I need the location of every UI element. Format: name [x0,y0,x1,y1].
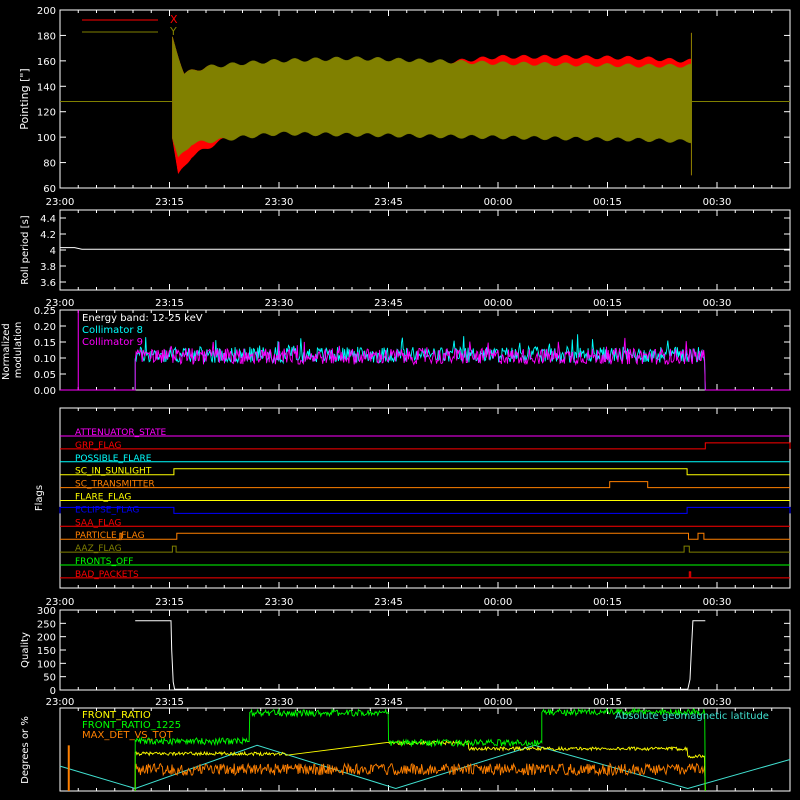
y-axis-label: Pointing ["] [18,68,31,129]
time-tick-label: 00:15 [593,197,622,208]
flag-label: BAD_PACKETS [75,570,139,580]
y-tick-label: 250 [37,619,56,630]
flag-label: PARTICLE_FLAG [75,531,145,541]
y-tick-label: 120 [37,108,56,119]
y-tick-label: 60 [43,184,56,195]
y-axis-label: Degrees or % [20,716,31,784]
time-tick-label: 00:00 [484,597,513,608]
time-tick-label: 23:15 [155,197,184,208]
y-axis-label: Roll period [s] [20,215,31,284]
y-tick-label: 100 [37,133,56,144]
y-tick-label: 4 [50,246,56,257]
y-axis-label: Normalized modulation [1,320,24,380]
y-tick-label: 0.00 [34,386,56,397]
y-tick-label: 0 [50,686,56,697]
y-tick-label: 160 [37,57,56,68]
flag-label: ECLIPSE_FLAG [75,505,139,515]
y-axis-label-line2: modulation [13,322,24,379]
y-tick-label: 3.6 [40,278,56,289]
time-tick-label: 23:00 [46,597,75,608]
time-tick-label: 23:00 [46,697,75,708]
time-tick-label: 00:30 [703,697,732,708]
y-axis-label-line1: Normalized [1,323,12,380]
time-tick-label: 23:00 [46,197,75,208]
time-tick-label: 00:00 [484,298,513,309]
time-tick-label: 23:30 [265,298,294,309]
flag-label: ATTENUATOR_STATE [75,428,167,438]
y-tick-label: 200 [37,6,56,17]
y-tick-label: 0.20 [34,322,56,333]
y-tick-label: 200 [37,633,56,644]
time-tick-label: 23:00 [46,298,75,309]
time-tick-label: 23:45 [374,597,403,608]
time-tick-label: 00:15 [593,597,622,608]
y-tick-label: 180 [37,31,56,42]
rhessi-quicklook-chart: 6080100120140160180200 Pointing ["] X Y … [0,0,800,800]
flag-label: SC_TRANSMITTER [75,480,155,490]
y-tick-label: 80 [43,159,56,170]
time-tick-label: 00:30 [703,597,732,608]
time-tick-label: 23:30 [265,597,294,608]
time-tick-label: 23:15 [155,298,184,309]
y-tick-label: 4.2 [40,230,56,241]
time-tick-label: 23:45 [374,697,403,708]
time-tick-label: 00:15 [593,298,622,309]
time-tick-label: 00:30 [703,197,732,208]
legend-max-det-vs-tot: MAX_DET_VS_TOT [82,730,174,741]
y-tick-label: 100 [37,659,56,670]
y-axis-label: Quality [20,632,31,668]
y-tick-label: 150 [37,646,56,657]
legend-geomagnetic-latitude: Absolute geomagnetic latitude [615,711,769,722]
flag-label: FRONTS_OFF [75,557,133,567]
flag-label: SC_IN_SUNLIGHT [75,467,152,477]
y-tick-label: 4.4 [40,214,56,225]
time-tick-label: 23:45 [374,197,403,208]
flag-label: FLARE_FLAG [75,493,131,503]
y-tick-label: 3.8 [40,262,56,273]
time-tick-label: 00:30 [703,298,732,309]
time-tick-label: 00:15 [593,697,622,708]
y-tick-label: 0.05 [34,370,56,381]
y-tick-label: 50 [43,673,56,684]
time-tick-label: 23:15 [155,697,184,708]
y-tick-label: 140 [37,82,56,93]
flag-label: AAZ_FLAG [75,544,122,554]
legend-y-label: Y [169,25,177,38]
legend-collimator-9: Collimator 9 [82,337,143,348]
y-axis-label: Flags [34,485,45,511]
y-tick-label: 0.10 [34,354,56,365]
time-tick-label: 23:30 [265,697,294,708]
time-tick-label: 23:45 [374,298,403,309]
y-tick-label: 0.15 [34,338,56,349]
flag-label: SAA_FLAG [75,518,121,528]
legend-collimator-8: Collimator 8 [82,325,143,336]
time-tick-label: 00:00 [484,197,513,208]
time-tick-label: 00:00 [484,697,513,708]
flag-label: GRP_FLAG [75,441,122,451]
time-tick-label: 23:15 [155,597,184,608]
time-tick-label: 23:30 [265,197,294,208]
flag-label: POSSIBLE_FLARE [75,454,152,464]
energy-band-annotation: Energy band: 12-25 keV [82,313,203,324]
